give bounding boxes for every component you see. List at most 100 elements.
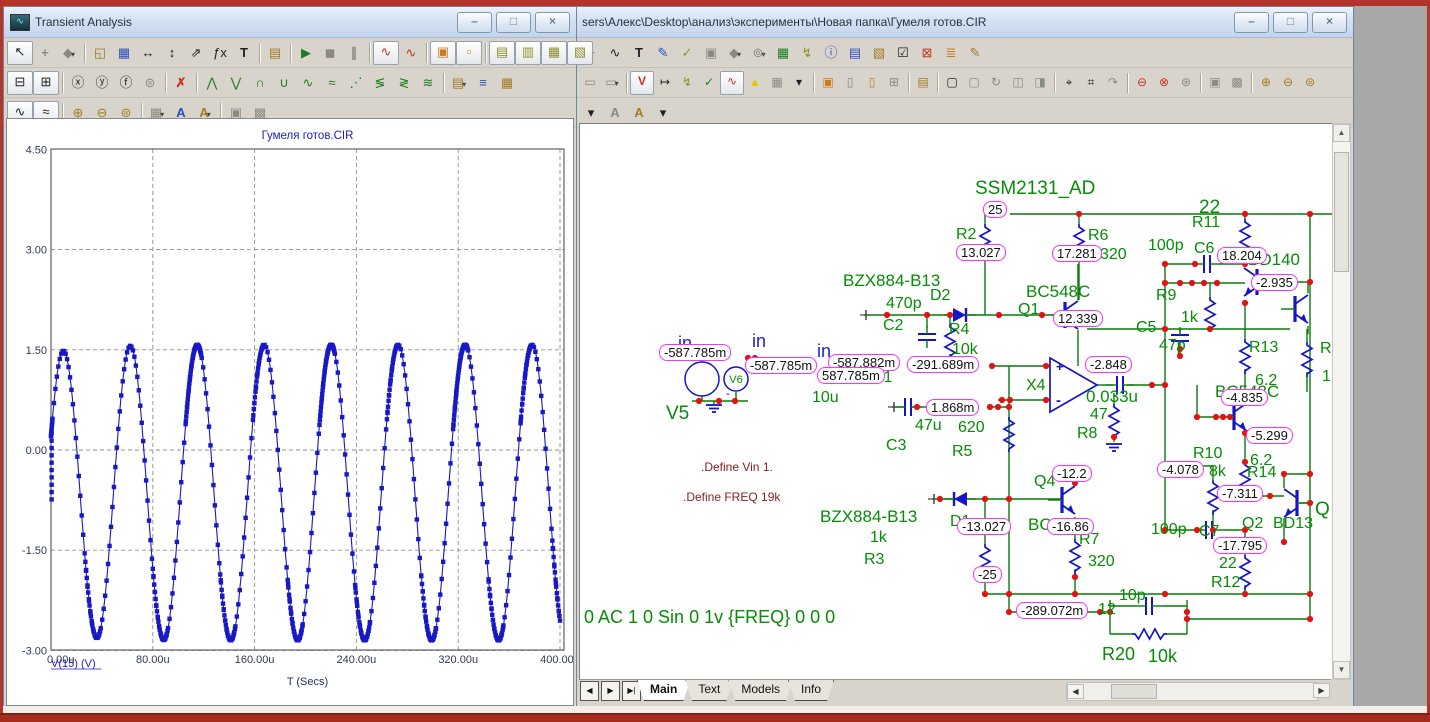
panel-3-button[interactable]: ▦ bbox=[541, 41, 567, 65]
title-block-button[interactable]: ▯ bbox=[839, 72, 861, 94]
round-button[interactable]: ≈ bbox=[320, 72, 344, 94]
tab-nav-0-button[interactable]: ◀ bbox=[580, 681, 599, 701]
waveform-button[interactable]: ∿ bbox=[603, 42, 627, 64]
y-cursor-button[interactable]: ⓨ bbox=[90, 72, 114, 94]
report-button[interactable]: ≡ bbox=[471, 72, 495, 94]
transient-titlebar[interactable]: ∿ Transient Analysis –□× bbox=[4, 7, 576, 38]
font-options-button[interactable]: ▾ bbox=[651, 102, 675, 124]
zoom-out-button[interactable]: ⊖ bbox=[1277, 72, 1299, 94]
trace-1-button[interactable]: ∿ bbox=[373, 41, 399, 65]
stop-alert-button[interactable]: ⊖ bbox=[1131, 72, 1153, 94]
link-button[interactable]: ⊞ bbox=[883, 72, 905, 94]
power-display-button[interactable]: ↯ bbox=[676, 72, 698, 94]
help-button[interactable]: ▤ bbox=[843, 42, 867, 64]
valley-button[interactable]: ⋁ bbox=[224, 72, 248, 94]
numeric-output-button[interactable]: ▦ bbox=[495, 72, 519, 94]
peak-button[interactable]: ⋀ bbox=[200, 72, 224, 94]
close-button[interactable]: × bbox=[535, 12, 570, 33]
panel-2-button[interactable]: ▥ bbox=[515, 41, 541, 65]
envelope-button[interactable]: ≋ bbox=[416, 72, 440, 94]
doc-list-button[interactable]: ≣ bbox=[939, 42, 963, 64]
tab-info[interactable]: Info bbox=[788, 680, 834, 701]
vertical-scrollbar[interactable]: ▲ ▼ bbox=[1332, 123, 1351, 680]
mode-options-button[interactable]: ▾ bbox=[579, 102, 603, 124]
select-region-2-button[interactable]: ▫ bbox=[456, 41, 482, 65]
transient-analysis-window[interactable]: ∿ Transient Analysis –□× ↖+◆▾◱▦↔↕⇗ƒxT▤▶◼… bbox=[3, 6, 577, 708]
conditions-button[interactable]: ✓ bbox=[698, 72, 720, 94]
graphics-button[interactable]: ◆▾ bbox=[723, 42, 747, 64]
pin-connections-button[interactable]: ∿ bbox=[720, 71, 744, 95]
select-region-button[interactable]: ▣ bbox=[430, 41, 456, 65]
grid-options-button[interactable]: ▾ bbox=[788, 72, 810, 94]
clipboard-button[interactable]: ▤▾ bbox=[447, 72, 471, 94]
slope-button[interactable]: ⋰ bbox=[344, 72, 368, 94]
scroll-down-button[interactable]: ▼ bbox=[1333, 661, 1350, 679]
restore-button[interactable]: □ bbox=[496, 12, 531, 33]
find-in-files-button[interactable]: ⌗ bbox=[1080, 72, 1102, 94]
pause-button[interactable]: ∥ bbox=[342, 42, 366, 64]
component-alt-button[interactable]: ▭▾ bbox=[601, 72, 623, 94]
select-button[interactable]: ↖ bbox=[7, 41, 33, 65]
tracker-button[interactable]: ⊞ bbox=[33, 71, 59, 95]
tab-models[interactable]: Models bbox=[728, 680, 793, 701]
crossing-2-button[interactable]: ≷ bbox=[392, 72, 416, 94]
find-button[interactable]: ⌖ bbox=[1058, 72, 1080, 94]
tag-button[interactable]: ⊜ bbox=[138, 72, 162, 94]
pan-button[interactable]: + bbox=[33, 42, 57, 64]
info-button[interactable]: ⓘ bbox=[819, 42, 843, 64]
schematic-window[interactable]: sers\Алекс\Desktop\анализ\эксперименты\Н… bbox=[575, 6, 1354, 708]
restore-button[interactable]: □ bbox=[1273, 12, 1308, 33]
node-voltages-button[interactable]: V bbox=[630, 71, 654, 95]
minimize-button[interactable]: – bbox=[1234, 12, 1269, 33]
zoom-in-button[interactable]: ⊕ bbox=[1255, 72, 1277, 94]
warning-button[interactable]: ▲ bbox=[744, 72, 766, 94]
stop-button[interactable]: ◼ bbox=[318, 42, 342, 64]
border-button[interactable]: ▣ bbox=[817, 72, 839, 94]
panel-4-button[interactable]: ▧ bbox=[567, 41, 593, 65]
zoom-select-button[interactable]: ◱ bbox=[88, 42, 112, 64]
checkbox-button[interactable]: ☑ bbox=[891, 42, 915, 64]
attributes-button[interactable]: ▤ bbox=[912, 72, 934, 94]
trace-2-button[interactable]: ∿ bbox=[399, 42, 423, 64]
delete-cursor-button[interactable]: ✗ bbox=[169, 72, 193, 94]
flow-control-button[interactable]: ⊚▾ bbox=[747, 42, 771, 64]
doc-edit-button[interactable]: ✎ bbox=[963, 42, 987, 64]
scale-xy-button[interactable]: ⇗ bbox=[184, 42, 208, 64]
low-button[interactable]: ∪ bbox=[272, 72, 296, 94]
power-button[interactable]: ↯ bbox=[795, 42, 819, 64]
close-button[interactable]: × bbox=[1312, 12, 1347, 33]
spreadsheet-button[interactable]: ▦ bbox=[771, 42, 795, 64]
select-box-button[interactable]: ▢ bbox=[941, 72, 963, 94]
zoom-100-button[interactable]: ⊜ bbox=[1299, 72, 1321, 94]
schematic-canvas[interactable]: +-V6-- SSM2131_AD22R21kR6320R11100pC6BD1… bbox=[579, 123, 1332, 679]
horizontal-cursor-button[interactable]: ⊟ bbox=[7, 71, 33, 95]
horizontal-scroll-thumb[interactable] bbox=[1111, 684, 1157, 699]
bring-front-button[interactable]: ▣ bbox=[1204, 72, 1226, 94]
fx-button[interactable]: ƒx bbox=[208, 42, 232, 64]
font-edit-button[interactable]: A bbox=[627, 102, 651, 124]
display-button[interactable]: ▣ bbox=[699, 42, 723, 64]
panel-1-button[interactable]: ▤ bbox=[489, 41, 515, 65]
doc-delete-button[interactable]: ⊠ bbox=[915, 42, 939, 64]
tab-main[interactable]: Main bbox=[637, 680, 690, 701]
mirror-x-button[interactable]: ◫ bbox=[1007, 72, 1029, 94]
x-cursor-button[interactable]: ⓧ bbox=[66, 72, 90, 94]
wire-button[interactable]: ✎ bbox=[651, 42, 675, 64]
scroll-left-button[interactable]: ◀ bbox=[1067, 684, 1084, 699]
sheet-button[interactable]: ▯ bbox=[861, 72, 883, 94]
tab-nav-1-button[interactable]: ▶ bbox=[601, 681, 620, 701]
run-button[interactable]: ▶ bbox=[294, 42, 318, 64]
horizontal-scrollbar[interactable]: ◀ bbox=[1066, 682, 1318, 701]
error-button[interactable]: ⊗ bbox=[1153, 72, 1175, 94]
minimize-button[interactable]: – bbox=[457, 12, 492, 33]
stamp-button[interactable]: ▧ bbox=[867, 42, 891, 64]
tab-nav-2-button[interactable]: ▶| bbox=[622, 681, 641, 701]
text-button[interactable]: T bbox=[627, 42, 651, 64]
grid-toggle-button[interactable]: ▦ bbox=[766, 72, 788, 94]
scale-y-button[interactable]: ↕ bbox=[160, 42, 184, 64]
component-button[interactable]: ▭ bbox=[579, 72, 601, 94]
zoom-window-button[interactable]: ▦ bbox=[112, 42, 136, 64]
mirror-y-button[interactable]: ◨ bbox=[1029, 72, 1051, 94]
font-button[interactable]: A bbox=[603, 102, 627, 124]
scroll-up-button[interactable]: ▲ bbox=[1333, 124, 1350, 142]
